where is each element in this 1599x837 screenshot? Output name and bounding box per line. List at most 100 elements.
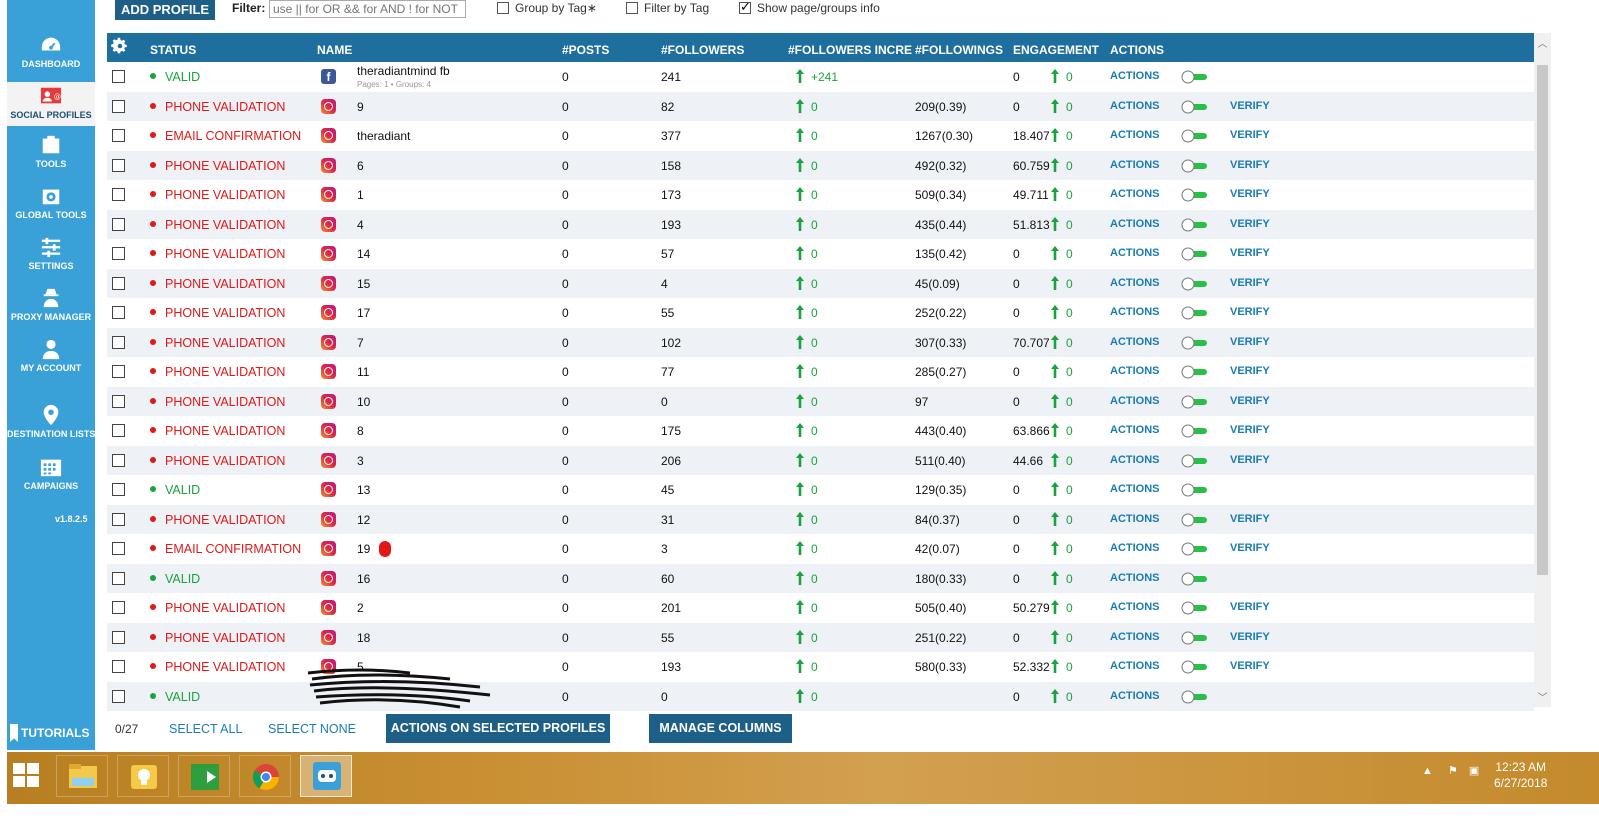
actions-link[interactable]: ACTIONS [1110,188,1160,200]
checkbox-checked[interactable] [739,0,751,15]
flag-icon[interactable]: ⚑ [1448,765,1458,777]
checkbox[interactable] [626,2,638,14]
row-checkbox[interactable] [112,542,125,555]
select-all-button[interactable]: SELECT ALL [169,722,242,736]
sidebar-item-dashboard[interactable]: DASHBOARD [7,34,95,69]
actions-link[interactable]: ACTIONS [1110,542,1160,554]
tutorials-button[interactable]: TUTORIALS [7,722,95,750]
gear-icon[interactable] [111,37,129,55]
table-row[interactable]: PHONE VALIDATION 6 0 158 0 492(0.32) 60.759 0 AC… [107,150,1534,180]
sidebar-item-my-account[interactable]: MY ACCOUNT [7,338,95,373]
enable-toggle[interactable] [1181,306,1209,320]
table-row[interactable]: PHONE VALIDATION 17 0 55 0 252(0.22) 0 0 ACTIONS… [107,298,1534,328]
row-checkbox[interactable] [112,630,125,644]
scroll-up-icon[interactable]: ︿ [1536,35,1549,50]
column-header-status[interactable]: STATUS [150,43,196,57]
verify-link[interactable]: VERIFY [1230,454,1270,466]
actions-link[interactable]: ACTIONS [1110,129,1160,141]
enable-toggle[interactable] [1181,159,1209,173]
actions-link[interactable]: ACTIONS [1110,690,1160,702]
manage-columns-button[interactable]: MANAGE COLUMNS [649,714,792,743]
table-row[interactable]: PHONE VALIDATION 12 0 31 0 84(0.37) 0 0 ACTIONS V… [107,504,1534,534]
row-checkbox[interactable] [112,660,125,673]
verify-link[interactable]: VERIFY [1230,336,1270,348]
table-row[interactable]: PHONE VALIDATION 7 0 102 0 307(0.33) 70.707 0 AC… [107,327,1534,357]
enable-toggle[interactable] [1181,424,1209,438]
row-checkbox[interactable] [112,394,125,408]
column-header-name[interactable]: NAME [317,43,352,57]
verify-link[interactable]: VERIFY [1230,513,1270,525]
row-checkbox[interactable] [112,512,125,526]
verify-link[interactable]: VERIFY [1230,218,1270,230]
enable-toggle[interactable] [1181,277,1209,291]
enable-toggle[interactable] [1181,336,1209,350]
verify-link[interactable]: VERIFY [1230,306,1270,318]
group-by-tag-checkbox[interactable]: Group by Tag∗ [497,1,597,15]
column-header-posts[interactable]: #POSTS [562,43,609,57]
verify-link[interactable]: VERIFY [1230,631,1270,643]
actions-link[interactable]: ACTIONS [1110,601,1160,613]
actions-link[interactable]: ACTIONS [1110,70,1160,82]
sidebar-item-tools[interactable]: TOOLS [7,134,95,169]
vertical-scrollbar[interactable]: ︿ ﹀ [1534,33,1551,707]
row-checkbox[interactable] [112,158,125,172]
verify-link[interactable]: VERIFY [1230,365,1270,377]
table-row[interactable]: PHONE VALIDATION 4 0 193 0 435(0.44) 51.813 0 AC… [107,209,1534,239]
enable-toggle[interactable] [1181,70,1209,84]
enable-toggle[interactable] [1181,542,1209,556]
file-explorer-icon[interactable] [56,755,108,797]
table-row[interactable]: VALID 13 0 45 0 129(0.35) 0 0 ACTIONS [107,475,1534,505]
verify-link[interactable]: VERIFY [1230,247,1270,259]
actions-link[interactable]: ACTIONS [1110,365,1160,377]
enable-toggle[interactable] [1181,660,1209,674]
row-checkbox[interactable] [112,70,125,83]
row-checkbox[interactable] [112,424,125,437]
row-checkbox[interactable] [112,217,125,231]
sidebar-item-proxy-manager[interactable]: PROXY MANAGER [7,287,95,322]
enable-toggle[interactable] [1181,513,1209,527]
filter-input[interactable] [269,0,466,18]
row-checkbox[interactable] [112,306,125,319]
actions-link[interactable]: ACTIONS [1110,218,1160,230]
network-icon[interactable]: ▣ [1469,765,1479,777]
enable-toggle[interactable] [1181,395,1209,409]
actions-link[interactable]: ACTIONS [1110,483,1160,495]
actions-link[interactable]: ACTIONS [1110,100,1160,112]
column-header-actions[interactable]: ACTIONS [1110,43,1164,57]
enable-toggle[interactable] [1181,365,1209,379]
sidebar-item-campaigns[interactable]: CAMPAIGNS [7,456,95,491]
actions-on-selected-profiles-button[interactable]: ACTIONS ON SELECTED PROFILES [386,714,610,743]
actions-link[interactable]: ACTIONS [1110,631,1160,643]
verify-link[interactable]: VERIFY [1230,542,1270,554]
sidebar-item-settings[interactable]: SETTINGS [7,236,95,271]
enable-toggle[interactable] [1181,129,1209,143]
row-checkbox[interactable] [112,453,125,467]
enable-toggle[interactable] [1181,100,1209,114]
table-row[interactable]: PHONE VALIDATION 10 0 0 0 97 0 0 ACTIONS VERIFY [107,386,1534,416]
sidebar-item-social-profiles[interactable]: @ SOCIAL PROFILES [7,82,95,126]
verify-link[interactable]: VERIFY [1230,424,1270,436]
enable-toggle[interactable] [1181,631,1209,645]
table-row[interactable]: PHONE VALIDATION 8 0 175 0 443(0.40) 63.866 0 AC… [107,416,1534,446]
actions-link[interactable]: ACTIONS [1110,572,1160,584]
select-none-button[interactable]: SELECT NONE [268,722,356,736]
system-tray[interactable]: ▲ ⚑ ▣ [1422,764,1479,777]
green-arrow-app-icon[interactable] [178,755,230,797]
show-info-checkbox[interactable]: Show page/groups info [739,0,880,15]
row-checkbox[interactable] [112,247,125,260]
verify-link[interactable]: VERIFY [1230,100,1270,112]
verify-link[interactable]: VERIFY [1230,188,1270,200]
table-row[interactable]: PHONE VALIDATION 9 0 82 0 209(0.39) 0 0 ACTIONS V… [107,91,1534,121]
enable-toggle[interactable] [1181,218,1209,232]
enable-toggle[interactable] [1181,188,1209,202]
clock[interactable]: 12:23 AM 6/27/2018 [1494,759,1547,791]
enable-toggle[interactable] [1181,690,1209,704]
scrollbar-thumb[interactable] [1537,65,1548,575]
sidebar-item-destination-lists[interactable]: DESTINATION LISTS [7,404,95,439]
table-row[interactable]: PHONE VALIDATION 14 0 57 0 135(0.42) 0 0 ACTIONS… [107,239,1534,269]
verify-link[interactable]: VERIFY [1230,601,1270,613]
verify-link[interactable]: VERIFY [1230,395,1270,407]
actions-link[interactable]: ACTIONS [1110,513,1160,525]
robot-app-icon[interactable] [300,755,352,797]
chevron-up-icon[interactable]: ▲ [1422,765,1433,777]
